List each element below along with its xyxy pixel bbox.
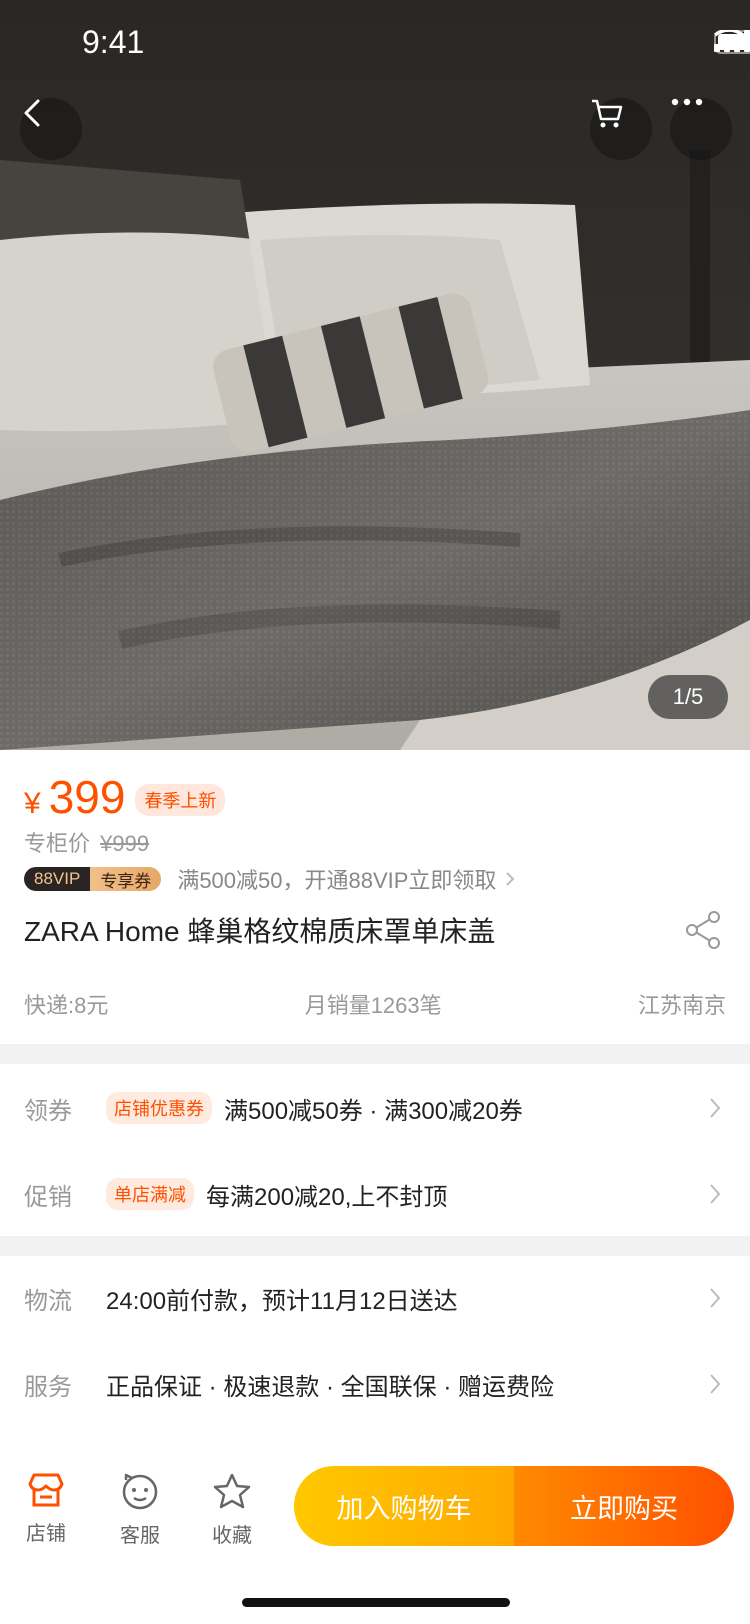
shop-icon (28, 1473, 64, 1507)
promotion-label: 促销 (24, 1183, 72, 1211)
star-icon (213, 1473, 251, 1509)
vip-offer-text: 满500减50，开通88VIP立即领取 (177, 868, 497, 893)
home-indicator (242, 1598, 510, 1607)
image-counter: 1/5 (648, 675, 728, 719)
promotion-text: 每满200减20,上不封顶 (206, 1183, 448, 1211)
coupon-label: 领券 (24, 1097, 72, 1125)
status-time: 9:41 (82, 24, 145, 60)
meta-row: 快递:8元 月销量1263笔 江苏南京 (24, 988, 726, 1020)
logistics-text: 24:00前付款，预计11月12日送达 (106, 1287, 458, 1315)
back-icon (24, 99, 40, 127)
buy-now-button[interactable]: 立即购买 (514, 1466, 734, 1546)
share-button[interactable] (684, 910, 724, 955)
back-button[interactable] (20, 98, 82, 160)
chevron-right-icon (710, 1374, 721, 1394)
logistics-row[interactable]: 物流 24:00前付款，预计11月12日送达 (24, 1268, 726, 1328)
shipping-fee: 快递:8元 (24, 993, 109, 1018)
cart-button[interactable] (590, 98, 652, 160)
coupon-row[interactable]: 领券 店铺优惠券 满500减50券 · 满300减20券 (24, 1078, 726, 1138)
service-row[interactable]: 服务 正品保证 · 极速退款 · 全国联保 · 赠运费险 (24, 1354, 726, 1414)
vip-badge: 88VIP 专享券 (24, 867, 162, 891)
price-value: 399 (48, 771, 126, 823)
promotion-row[interactable]: 促销 单店满减 每满200减20,上不封顶 (24, 1164, 726, 1224)
chevron-right-icon (506, 872, 515, 886)
original-price: 专柜价 ¥999 (24, 826, 149, 858)
customer-service-nav-item[interactable]: 客服 (100, 1472, 180, 1548)
price-row: ¥ 399 春季上新 (24, 770, 226, 824)
promotion-tag: 单店满减 (106, 1178, 194, 1210)
shop-nav-item[interactable]: 店铺 (6, 1472, 86, 1546)
original-price-label: 专柜价 (24, 831, 91, 856)
vip-coupon-row[interactable]: 88VIP 专享券 满500减50，开通88VIP立即领取 (24, 866, 516, 893)
monthly-sales: 月销量1263笔 (304, 993, 442, 1018)
shop-label: 店铺 (26, 1523, 66, 1545)
chevron-right-icon (710, 1098, 721, 1118)
chevron-right-icon (710, 1184, 721, 1204)
add-to-cart-button[interactable]: 加入购物车 (294, 1466, 514, 1546)
price-symbol: ¥ (24, 787, 41, 820)
service-text: 正品保证 · 极速退款 · 全国联保 · 赠运费险 (106, 1373, 554, 1401)
coupon-text: 满500减50券 · 满300减20券 (224, 1097, 523, 1125)
favorite-nav-item[interactable]: 收藏 (192, 1472, 272, 1548)
logistics-label: 物流 (24, 1287, 72, 1315)
favorite-label: 收藏 (212, 1525, 252, 1547)
customer-service-icon (122, 1473, 158, 1510)
new-season-badge: 春季上新 (135, 784, 226, 816)
vip-badge-right: 专享券 (90, 867, 162, 891)
bottom-action-bar: 店铺 客服 收藏 加入购物车 立即购买 (0, 1456, 750, 1624)
section-divider (0, 1236, 750, 1256)
battery-icon (714, 30, 750, 54)
ship-location: 江苏南京 (637, 993, 726, 1018)
product-image[interactable]: 9:41 1/5 (0, 0, 750, 750)
customer-service-label: 客服 (120, 1525, 160, 1547)
chevron-right-icon (710, 1288, 721, 1308)
section-divider (0, 1044, 750, 1064)
more-icon (671, 98, 703, 106)
cart-icon (592, 99, 623, 128)
share-icon (686, 911, 720, 949)
vip-badge-left: 88VIP (24, 867, 91, 891)
original-price-value: ¥999 (100, 831, 150, 856)
more-button[interactable] (670, 98, 732, 160)
service-label: 服务 (24, 1373, 72, 1401)
product-title: ZARA Home 蜂巢格纹棉质床罩单床盖 (24, 916, 496, 947)
status-bar: 9:41 (0, 0, 750, 88)
store-coupon-tag: 店铺优惠券 (106, 1092, 212, 1124)
